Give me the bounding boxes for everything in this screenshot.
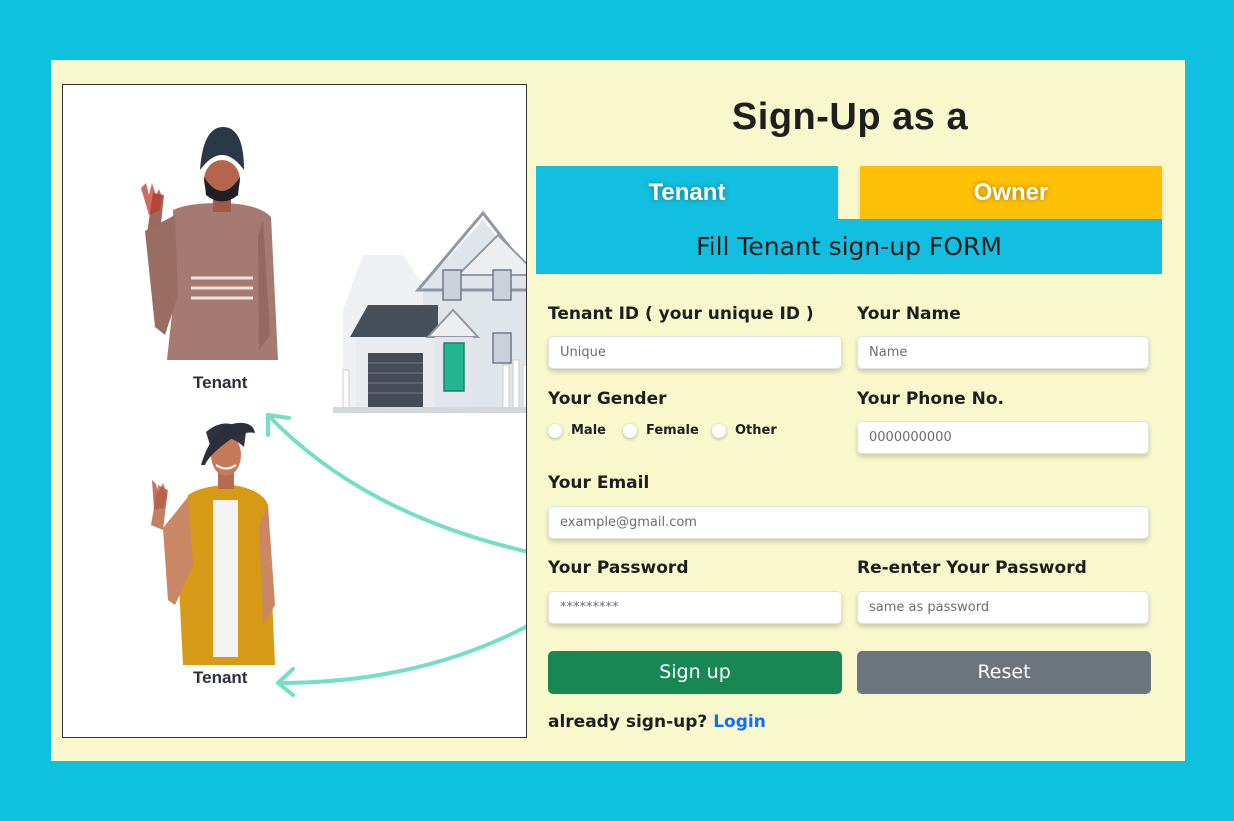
gender-option-female[interactable]: Female — [623, 423, 699, 438]
radio-male[interactable] — [548, 423, 562, 438]
radio-female-label: Female — [646, 423, 699, 438]
tenant-figure-bottom — [151, 422, 275, 665]
confirm-password-input[interactable] — [857, 591, 1149, 624]
tenant-id-input[interactable] — [548, 336, 842, 369]
page-title: Sign-Up as a — [731, 96, 969, 138]
phone-label: Your Phone No. — [857, 389, 1004, 409]
radio-other[interactable] — [712, 423, 726, 438]
confirm-password-label: Re-enter Your Password — [857, 558, 1087, 578]
illustration-label-top: Tenant — [193, 373, 248, 392]
tenant-id-label: Tenant ID ( your unique ID ) — [548, 304, 814, 324]
login-prompt-text: already sign-up? — [548, 712, 708, 732]
password-label: Your Password — [548, 558, 689, 578]
house-graphic — [333, 210, 526, 413]
phone-input[interactable] — [857, 421, 1149, 454]
name-input[interactable] — [857, 336, 1149, 369]
email-input[interactable] — [548, 506, 1149, 539]
signup-card: Tenant Tenant Sign-Up as a Tenant Owner … — [51, 60, 1185, 761]
radio-female[interactable] — [623, 423, 637, 438]
illustration-art — [141, 127, 526, 697]
tab-tenant[interactable]: Tenant — [536, 166, 838, 219]
illustration-label-bottom: Tenant — [193, 668, 248, 687]
login-link[interactable]: Login — [713, 712, 766, 732]
signup-button[interactable]: Sign up — [548, 651, 842, 694]
password-input[interactable] — [548, 591, 842, 624]
tenant-illustration: Tenant Tenant — [62, 84, 527, 738]
reset-button[interactable]: Reset — [857, 651, 1151, 694]
tab-owner[interactable]: Owner — [860, 166, 1162, 219]
login-prompt: already sign-up? Login — [548, 712, 766, 732]
email-label: Your Email — [548, 473, 650, 493]
gender-label: Your Gender — [548, 389, 667, 409]
arrow-graphic — [266, 413, 526, 697]
gender-option-other[interactable]: Other — [712, 423, 777, 438]
radio-male-label: Male — [571, 423, 606, 438]
tenant-figure-top — [141, 127, 278, 360]
name-label: Your Name — [857, 304, 961, 324]
form-banner: Fill Tenant sign-up FORM — [536, 219, 1162, 274]
gender-option-male[interactable]: Male — [548, 423, 606, 438]
radio-other-label: Other — [735, 423, 777, 438]
